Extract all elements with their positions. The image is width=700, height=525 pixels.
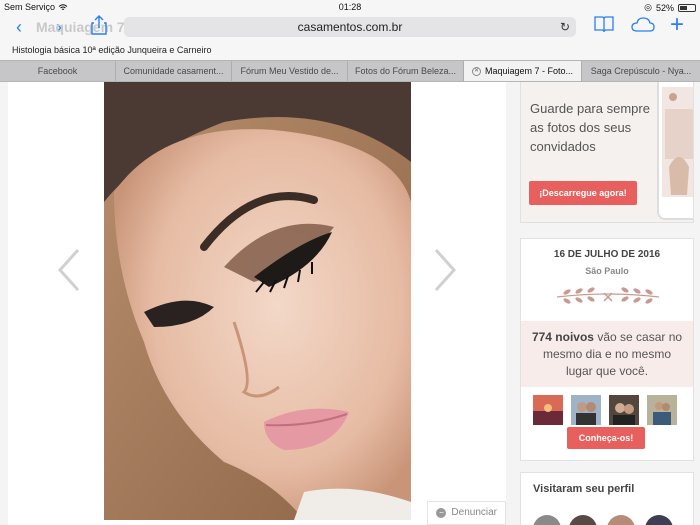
avatar[interactable] [647, 395, 677, 425]
brides-avatars [533, 395, 677, 425]
bookmarks-icon[interactable] [594, 15, 614, 38]
bookmarks-bar: Histologia básica 10ª edição Junqueira e… [0, 40, 700, 60]
promo-card: Guarde para sempre as fotos dos seus con… [520, 82, 694, 223]
meet-them-button[interactable]: Conheça-os! [567, 427, 645, 449]
avatar[interactable] [645, 515, 673, 525]
add-tab-icon[interactable]: + [670, 13, 684, 37]
phone-illustration [657, 82, 693, 220]
chevron-left-icon[interactable] [56, 248, 82, 292]
wedding-date: 16 DE JULHO DE 2016 [553, 249, 661, 260]
reload-icon[interactable]: ↻ [560, 17, 570, 37]
tab-maquiagem[interactable]: ✕ Maquiagem 7 - Foto... [464, 61, 582, 81]
visited-title: Visitaram seu perfil [533, 483, 635, 495]
tab-forum-vestido[interactable]: Fórum Meu Vestido de... [232, 61, 348, 81]
tab-fotos-forum[interactable]: Fotos do Fórum Beleza... [348, 61, 464, 81]
back-icon[interactable]: ‹ [16, 16, 22, 38]
promo-text: Guarde para sempre as fotos dos seus con… [530, 101, 650, 154]
tab-comunidade[interactable]: Comunidade casament... [116, 61, 232, 81]
download-button[interactable]: ¡Descarregue agora! [529, 181, 637, 205]
makeup-photo[interactable] [104, 82, 411, 520]
status-bar: Sem Serviço 01:28 ◎ 52% [0, 0, 700, 14]
report-icon: − [436, 508, 447, 518]
avatar[interactable] [571, 395, 601, 425]
lock-rotation-icon: ◎ [644, 2, 652, 12]
avatar[interactable] [533, 395, 563, 425]
tab-close-icon[interactable]: ✕ [471, 67, 481, 77]
avatar[interactable] [569, 515, 597, 525]
avatar[interactable] [533, 515, 561, 525]
brides-info: 774 noivos vão se casar no mesmo dia e n… [521, 321, 693, 387]
address-bar[interactable]: casamentos.com.br ↻ [124, 17, 576, 37]
clock: 01:28 [338, 2, 362, 12]
bookmark-item[interactable]: Histologia básica 10ª edição Junqueira e… [12, 45, 211, 55]
url-text: casamentos.com.br [297, 20, 403, 34]
avatar[interactable] [607, 515, 635, 525]
wedding-date-card: 16 DE JULHO DE 2016 São Paulo 774 noivos… [520, 238, 694, 461]
page-content: − Denunciar Guarde para sempre as fotos d… [0, 82, 700, 525]
cloud-icon[interactable] [631, 16, 655, 38]
tab-bar: Facebook Comunidade casament... Fórum Me… [0, 60, 700, 82]
tab-facebook[interactable]: Facebook [0, 61, 116, 81]
brides-count: 774 noivos [531, 330, 594, 344]
wedding-city: São Paulo [585, 266, 629, 276]
avatar[interactable] [609, 395, 639, 425]
share-icon[interactable] [91, 15, 107, 40]
visited-profile-card: Visitaram seu perfil [520, 472, 694, 525]
laurel-icon [556, 287, 660, 304]
chevron-right-icon[interactable] [432, 248, 458, 292]
makeup-photo-art [104, 82, 411, 520]
browser-toolbar: ‹ › Maquiagem 7 casamentos.com.br ↻ + [0, 13, 700, 40]
report-button[interactable]: − Denunciar [427, 501, 506, 525]
photo-gallery: − Denunciar [8, 82, 506, 525]
tab-saga[interactable]: Saga Crepúsculo - Nya... [582, 61, 700, 81]
ghost-page-title: Maquiagem 7 [36, 19, 125, 35]
